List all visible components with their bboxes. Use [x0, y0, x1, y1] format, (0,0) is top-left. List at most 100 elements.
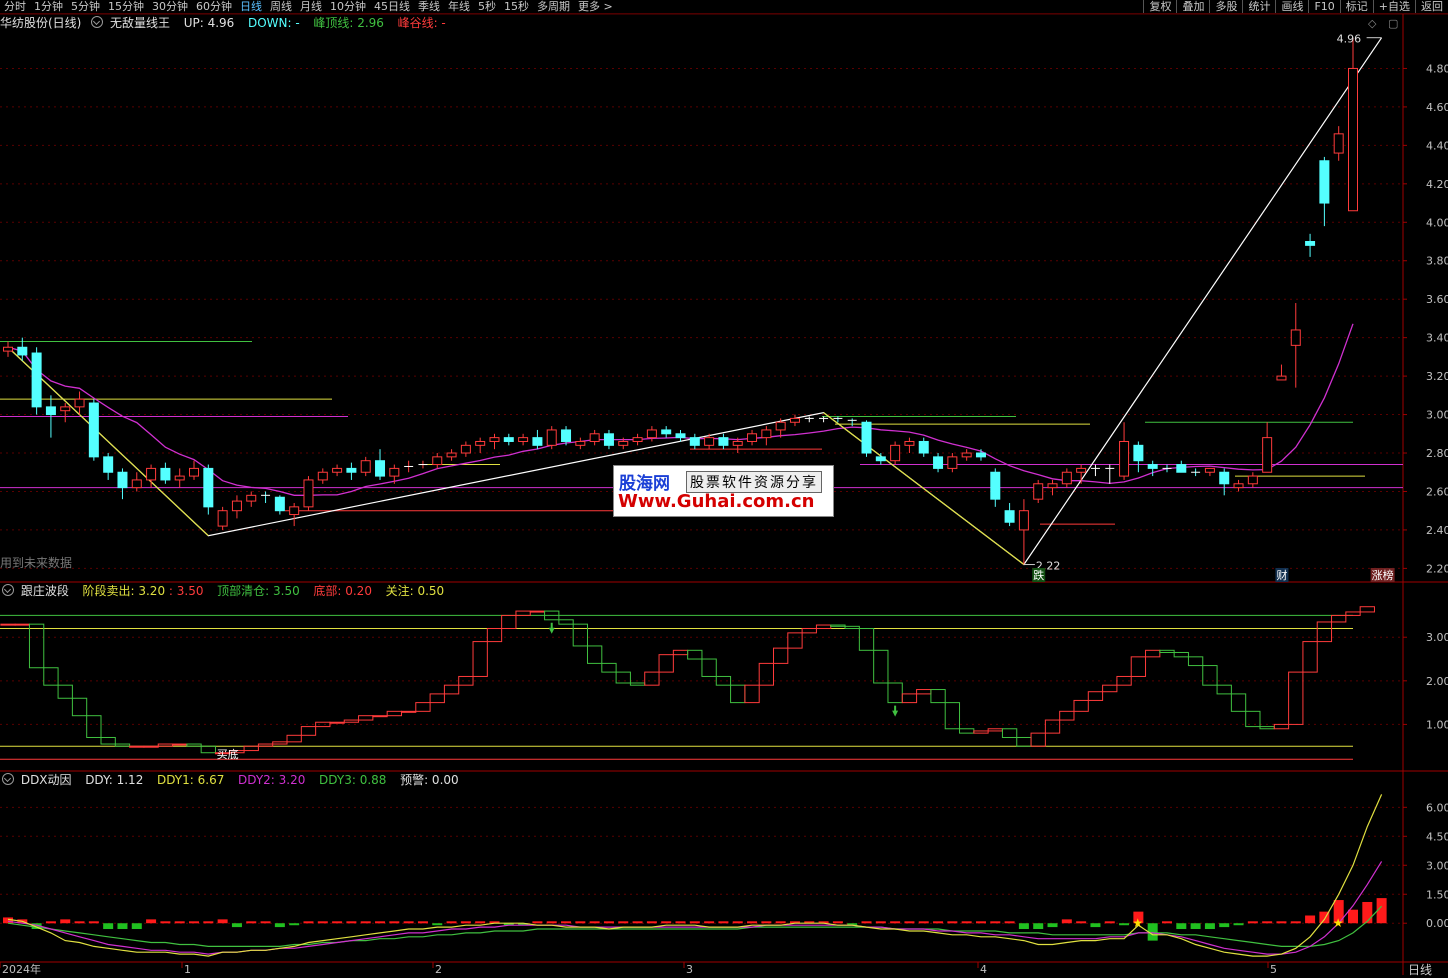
ddx-bar — [603, 921, 614, 924]
ddx-bar — [1219, 923, 1230, 928]
ddx-bar — [303, 921, 314, 924]
candle-body — [432, 456, 443, 466]
candle — [890, 441, 901, 465]
candle-body — [1348, 67, 1358, 212]
ddy3-line — [7, 905, 1383, 947]
candle — [1247, 472, 1258, 488]
ddx-bar — [1348, 909, 1358, 924]
ddx-bar — [933, 921, 944, 924]
candle-body — [274, 496, 285, 512]
candle-body — [518, 437, 529, 442]
candle — [1162, 464, 1172, 473]
candle-body — [561, 429, 572, 442]
ddx-bar — [990, 921, 1001, 924]
candle-body — [389, 467, 400, 477]
wave-step — [486, 628, 503, 643]
wave-step — [959, 728, 975, 734]
wave-step — [844, 625, 860, 630]
wave-step — [801, 628, 817, 634]
candle — [1305, 233, 1316, 257]
candle — [418, 460, 428, 469]
candle-body — [618, 440, 629, 446]
wave-step — [272, 741, 288, 745]
wave-step — [586, 645, 603, 664]
candle — [603, 429, 614, 450]
candle-body — [246, 494, 257, 502]
ddx-bar — [761, 921, 772, 924]
candle — [689, 433, 700, 450]
wave-step — [773, 647, 789, 664]
candle-body — [1133, 444, 1144, 462]
ddx-y-tick-label: 1.50 — [1426, 888, 1448, 901]
candle-body — [360, 460, 371, 473]
ddx-bar — [88, 921, 99, 924]
candle — [532, 429, 543, 450]
ddx-bar — [1262, 921, 1273, 924]
ddx-bar — [289, 923, 300, 926]
wave-step — [815, 624, 832, 630]
wave-step — [973, 730, 989, 734]
candle — [961, 449, 972, 461]
candle — [375, 449, 386, 480]
candle-body — [947, 456, 958, 469]
candle — [1191, 468, 1201, 477]
wave-step — [100, 736, 116, 745]
candle — [990, 468, 1001, 507]
ddx-bar — [918, 921, 929, 924]
candle — [3, 341, 13, 357]
candle-body — [761, 429, 772, 439]
candle — [1105, 464, 1115, 484]
candle — [160, 462, 171, 484]
candle — [1033, 479, 1044, 504]
candle — [432, 453, 443, 469]
candle — [1004, 503, 1015, 527]
x-axis-label: 2024年 — [2, 962, 41, 975]
wave-step — [458, 675, 474, 686]
candle — [1018, 499, 1029, 565]
wave-step — [572, 623, 588, 647]
candle-body — [45, 406, 56, 416]
candle-body — [775, 421, 786, 431]
wave-step — [658, 654, 674, 673]
wave-y-tick-label: 2.00 — [1426, 675, 1448, 688]
candle-body — [933, 456, 944, 469]
ddx-bar — [403, 921, 414, 924]
wave-step — [701, 658, 717, 677]
candle-body — [231, 500, 242, 512]
wave-step — [715, 675, 732, 686]
candle — [875, 453, 886, 465]
candle — [518, 433, 529, 446]
main-y-tick-label: 3.40 — [1426, 332, 1448, 345]
x-axis-label: 3 — [686, 963, 693, 975]
wave-step — [443, 684, 460, 695]
ddx-bar — [561, 921, 572, 924]
candle — [847, 418, 857, 427]
candle-body — [1018, 510, 1029, 531]
wave-step — [143, 745, 159, 748]
candle — [475, 437, 486, 454]
candle-body — [646, 429, 657, 439]
ddx-bar — [417, 921, 428, 924]
candle — [1262, 422, 1273, 473]
main-y-tick-label: 3.20 — [1426, 370, 1448, 383]
candle-body — [446, 452, 457, 458]
ddx-bar — [1018, 923, 1029, 930]
wave-step — [1030, 732, 1046, 747]
candle-body — [575, 440, 586, 446]
candle-body — [904, 440, 915, 446]
ddx-bar — [360, 921, 371, 924]
wave-step — [415, 702, 431, 712]
candle — [947, 453, 958, 473]
ddx-bar — [618, 921, 629, 924]
candle — [1319, 156, 1330, 227]
ddx-y-tick-label: 6.00 — [1426, 801, 1448, 814]
event-label: 跌 — [1033, 568, 1044, 582]
ddx-bar — [890, 921, 901, 924]
candle — [274, 495, 285, 515]
candle-body — [117, 471, 128, 489]
ddx-bar — [532, 921, 543, 924]
wave-step — [1331, 614, 1347, 623]
wave-step — [901, 693, 918, 704]
ddx-bar — [632, 921, 643, 924]
wave-step — [57, 684, 73, 699]
